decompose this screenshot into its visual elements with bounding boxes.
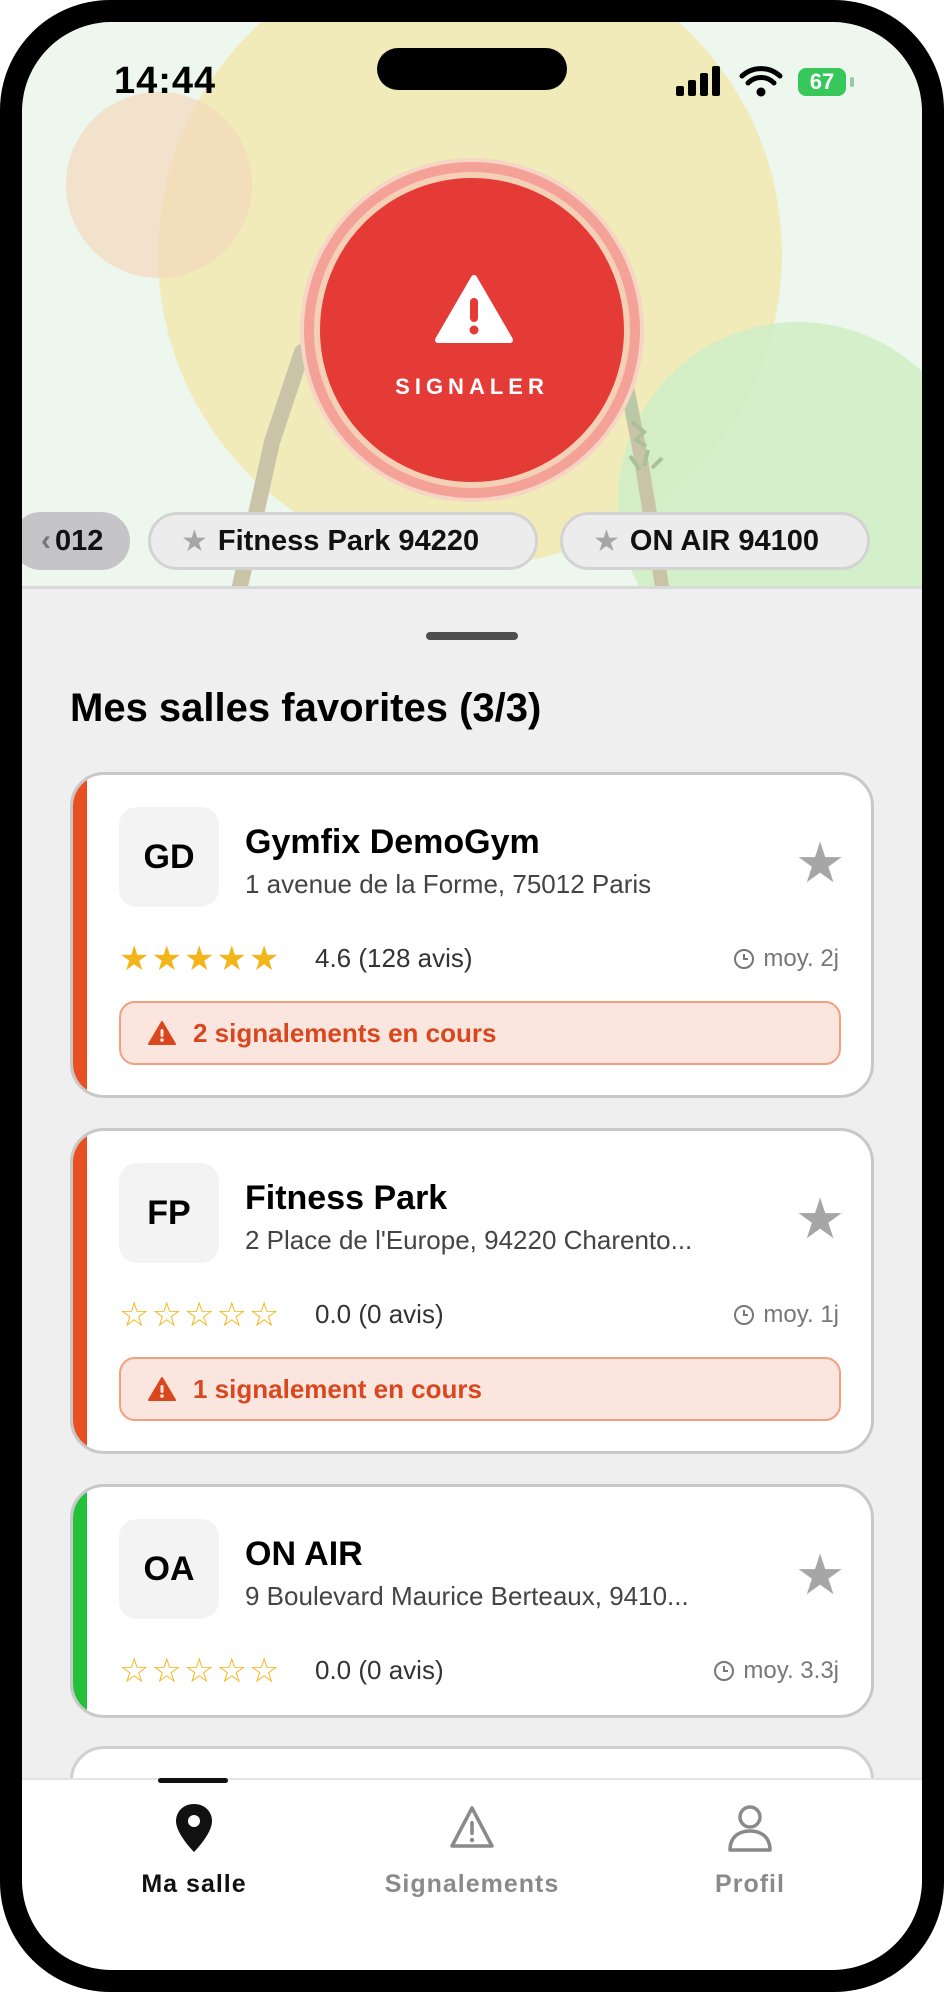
- signal-button[interactable]: SIGNALER: [314, 172, 630, 488]
- rating-text: 0.0 (0 avis): [315, 1299, 444, 1329]
- gym-name: Fitness Park: [245, 1179, 448, 1217]
- tab-label: Signalements: [384, 1870, 560, 1898]
- average-delay-text: moy. 1j: [763, 1301, 839, 1328]
- favorite-star-icon[interactable]: ★: [795, 1191, 845, 1247]
- gym-address: 1 avenue de la Forme, 75012 Paris: [245, 869, 652, 899]
- warning-icon: [450, 1806, 494, 1848]
- gym-card[interactable]: FP Fitness Park 2 Place de l'Europe, 942…: [70, 1128, 874, 1454]
- warning-icon: [148, 1021, 176, 1045]
- section-title: Mes salles favorites (3/3): [70, 686, 542, 730]
- reports-alert-text: 2 signalements en cours: [193, 1017, 497, 1048]
- tab-active-indicator: [158, 1778, 228, 1783]
- gym-chip-partial[interactable]: ‹ 012: [22, 512, 130, 570]
- average-delay: moy. 1j: [733, 1301, 839, 1329]
- location-pin-icon: [176, 1804, 212, 1852]
- tab-signalements[interactable]: Signalements: [322, 1780, 622, 1930]
- hero-header: 14:44 67 SIGNALER ‹ 012 ★ Fitness Park 9…: [22, 22, 922, 589]
- average-delay: moy. 2j: [733, 945, 839, 973]
- battery-tip: [850, 77, 854, 87]
- phone-frame: 14:44 67 SIGNALER ‹ 012 ★ Fitness Park 9…: [0, 0, 944, 1992]
- chip-label: 012: [55, 524, 104, 557]
- signal-button-label: SIGNALER: [395, 374, 549, 399]
- rating-text: 4.6 (128 avis): [315, 943, 473, 973]
- dynamic-island: [377, 48, 567, 90]
- chip-label: ON AIR 94100: [629, 524, 820, 557]
- gym-chip-on-air[interactable]: ★ ON AIR 94100: [560, 512, 870, 570]
- card-accent: [73, 1131, 87, 1451]
- star-icon: ★: [593, 524, 620, 558]
- star-icon: ★: [181, 524, 208, 558]
- clock-icon: [734, 949, 755, 969]
- gym-name: Gymfix DemoGym: [245, 823, 540, 861]
- battery-indicator: 67: [798, 68, 846, 96]
- rating-stars: ★★★★★: [119, 940, 282, 978]
- tab-label: Profil: [715, 1870, 785, 1898]
- tab-label: Ma salle: [141, 1870, 247, 1898]
- reports-alert[interactable]: 1 signalement en cours: [119, 1357, 841, 1421]
- gym-address: 2 Place de l'Europe, 94220 Charento...: [245, 1225, 693, 1255]
- warning-icon: [435, 275, 513, 343]
- sheet-drag-handle[interactable]: [426, 632, 518, 640]
- gym-avatar: GD: [119, 807, 219, 907]
- rating-text: 0.0 (0 avis): [315, 1655, 444, 1685]
- gym-avatar: FP: [119, 1163, 219, 1263]
- signal-wifi-icons: [676, 66, 783, 97]
- reports-alert[interactable]: 2 signalements en cours: [119, 1001, 841, 1065]
- status-bar: 14:44 67: [22, 22, 922, 122]
- average-delay-text: moy. 3.3j: [743, 1657, 839, 1684]
- card-accent: [73, 1487, 87, 1715]
- gym-avatar: OA: [119, 1519, 219, 1619]
- clock-icon: [734, 1305, 755, 1325]
- average-delay: moy. 3.3j: [713, 1657, 839, 1685]
- favorite-star-icon[interactable]: ★: [795, 835, 845, 891]
- gym-chip-fitness-park[interactable]: ★ Fitness Park 94220: [148, 512, 538, 570]
- chip-label: Fitness Park 94220: [217, 524, 480, 557]
- gym-address: 9 Boulevard Maurice Berteaux, 9410...: [245, 1581, 689, 1611]
- status-time: 14:44: [114, 60, 217, 102]
- rating-stars: ☆☆☆☆☆: [119, 1296, 282, 1334]
- card-accent: [73, 775, 87, 1095]
- user-icon: [728, 1805, 772, 1852]
- gym-card[interactable]: OA ON AIR 9 Boulevard Maurice Berteaux, …: [70, 1484, 874, 1718]
- average-delay-text: moy. 2j: [763, 945, 839, 972]
- tab-profil[interactable]: Profil: [600, 1780, 900, 1930]
- reports-alert-text: 1 signalement en cours: [193, 1373, 482, 1404]
- favorite-star-icon[interactable]: ★: [795, 1547, 845, 1603]
- warning-icon: [148, 1377, 176, 1401]
- clock-icon: [714, 1661, 735, 1681]
- tab-bar: Ma salle Signalements Profil: [22, 1778, 922, 1970]
- gym-name: ON AIR: [245, 1535, 363, 1573]
- chevron-left-icon: ‹: [41, 524, 51, 557]
- app-screen: 14:44 67 SIGNALER ‹ 012 ★ Fitness Park 9…: [22, 22, 922, 1970]
- tab-ma-salle[interactable]: Ma salle: [44, 1778, 344, 1930]
- rating-stars: ☆☆☆☆☆: [119, 1652, 282, 1690]
- gym-card[interactable]: GD Gymfix DemoGym 1 avenue de la Forme, …: [70, 772, 874, 1098]
